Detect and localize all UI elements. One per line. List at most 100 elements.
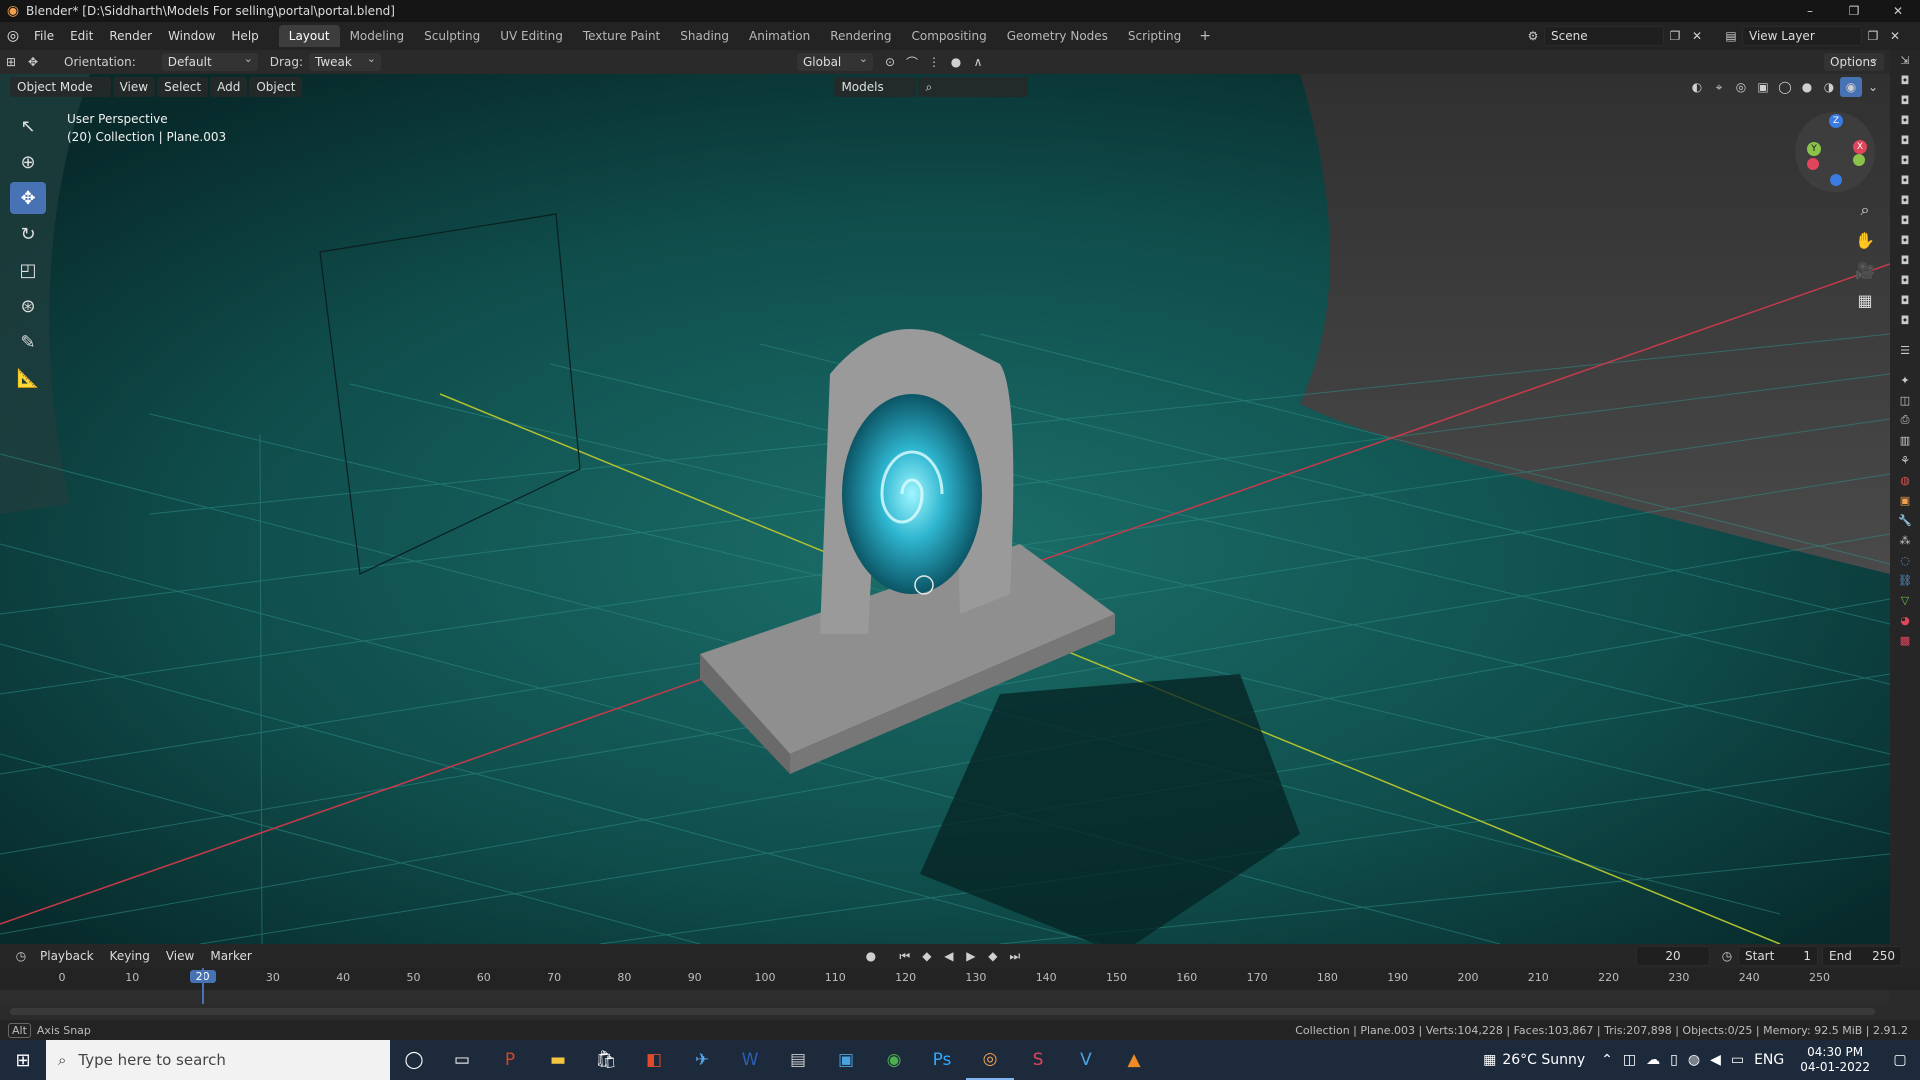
battery-icon[interactable]: ▯: [1670, 1052, 1678, 1068]
xray-icon[interactable]: ▣: [1752, 77, 1774, 97]
preview-range-icon[interactable]: ◷: [1716, 946, 1738, 966]
store-icon[interactable]: 🛍: [582, 1040, 630, 1080]
end-frame-field[interactable]: End 250: [1822, 946, 1902, 966]
timeline-ruler[interactable]: 0102030405060708090100110120130140150160…: [0, 968, 1920, 990]
view-menu[interactable]: View: [112, 77, 156, 97]
solid-shading-icon[interactable]: ●: [1796, 77, 1818, 97]
gizmo-y-axis[interactable]: Y: [1807, 142, 1821, 156]
tab-animation[interactable]: Animation: [739, 25, 820, 47]
cursor-tool-icon[interactable]: ⊕: [10, 146, 46, 178]
transform-orientation-dropdown[interactable]: Global: [796, 50, 873, 71]
network-icon[interactable]: ◫: [1623, 1052, 1636, 1068]
properties-filter-icon[interactable]: ☰: [1894, 340, 1916, 360]
play-icon[interactable]: ▶: [960, 946, 982, 966]
ortho-toggle-icon[interactable]: ▦: [1850, 286, 1880, 314]
camera-view-icon[interactable]: 🎥: [1850, 256, 1880, 284]
menu-render[interactable]: Render: [101, 25, 160, 47]
blender-taskbar-icon[interactable]: ◎: [966, 1040, 1014, 1080]
pan-hand-icon[interactable]: ✋: [1850, 226, 1880, 254]
render-camera-icon[interactable]: ◘: [1894, 190, 1916, 210]
gizmo-z-axis[interactable]: Z: [1829, 114, 1843, 128]
asset-library-dropdown[interactable]: Models: [834, 77, 917, 97]
clock[interactable]: 04:30 PM 04-01-2022: [1790, 1045, 1880, 1075]
tab-rendering[interactable]: Rendering: [820, 25, 901, 47]
move-tool-icon[interactable]: ✥: [10, 182, 46, 214]
select-menu[interactable]: Select: [157, 77, 209, 97]
tab-scripting[interactable]: Scripting: [1118, 25, 1191, 47]
render-camera-icon[interactable]: ◘: [1894, 210, 1916, 230]
render-properties-icon[interactable]: ◫: [1894, 390, 1916, 410]
office-icon[interactable]: ◧: [630, 1040, 678, 1080]
marker-menu[interactable]: Marker: [202, 945, 259, 967]
menu-window[interactable]: Window: [160, 25, 223, 47]
jump-end-icon[interactable]: ⏭: [1004, 946, 1026, 966]
tab-compositing[interactable]: Compositing: [901, 25, 996, 47]
menu-file[interactable]: File: [26, 25, 62, 47]
minimize-button[interactable]: –: [1788, 0, 1832, 22]
snap-target-icon[interactable]: ⋮: [923, 52, 945, 72]
menu-edit[interactable]: Edit: [62, 25, 101, 47]
app-icon[interactable]: ✈: [678, 1040, 726, 1080]
options-dropdown[interactable]: Options: [1824, 50, 1884, 71]
render-camera-icon[interactable]: ◘: [1894, 230, 1916, 250]
annotate-tool-icon[interactable]: ✎: [10, 326, 46, 358]
windows-start-icon[interactable]: ⊞: [0, 1040, 46, 1080]
prev-keyframe-icon[interactable]: ◆: [916, 946, 938, 966]
navigation-gizmo[interactable]: Z X Y: [1795, 112, 1875, 192]
globe-icon[interactable]: ◍: [1688, 1052, 1700, 1068]
render-camera-icon[interactable]: ◘: [1894, 170, 1916, 190]
tab-layout[interactable]: Layout: [278, 25, 340, 47]
transform-tool-icon[interactable]: ⊛: [10, 290, 46, 322]
tab-uv-editing[interactable]: UV Editing: [490, 25, 573, 47]
snap-icon[interactable]: ⌒: [901, 52, 923, 72]
render-camera-icon[interactable]: ◘: [1894, 270, 1916, 290]
chrome-icon[interactable]: ◉: [870, 1040, 918, 1080]
texture-properties-icon[interactable]: ▩: [1894, 630, 1916, 650]
object-properties-icon[interactable]: ▣: [1894, 490, 1916, 510]
object-menu[interactable]: Object: [249, 77, 303, 97]
jump-start-icon[interactable]: ⏮: [894, 946, 916, 966]
app-icon[interactable]: V: [1062, 1040, 1110, 1080]
photoshop-icon[interactable]: Ps: [918, 1040, 966, 1080]
gizmo-x-axis[interactable]: X: [1853, 140, 1867, 154]
material-properties-icon[interactable]: ◕: [1894, 610, 1916, 630]
record-icon[interactable]: ●: [860, 946, 882, 966]
tab-texture-paint[interactable]: Texture Paint: [573, 25, 670, 47]
scene-icon[interactable]: ⚙: [1522, 26, 1544, 46]
play-reverse-icon[interactable]: ◀: [938, 946, 960, 966]
scene-field[interactable]: Scene: [1544, 26, 1664, 46]
render-camera-icon[interactable]: ◘: [1894, 90, 1916, 110]
gizmo-toggle-icon[interactable]: ⌖: [1708, 77, 1730, 97]
add-workspace-icon[interactable]: +: [1191, 25, 1219, 47]
render-camera-icon[interactable]: ◘: [1894, 290, 1916, 310]
restore-button[interactable]: ❐: [1832, 0, 1876, 22]
transform-tool-icon[interactable]: ✥: [22, 52, 44, 72]
weather-icon[interactable]: ▦: [1483, 1052, 1496, 1068]
volume-icon[interactable]: ◀: [1710, 1052, 1721, 1068]
start-frame-field[interactable]: Start 1: [1738, 946, 1818, 966]
view-layer-field[interactable]: View Layer: [1742, 26, 1862, 46]
menu-help[interactable]: Help: [223, 25, 266, 47]
powerpoint-icon[interactable]: P: [486, 1040, 534, 1080]
add-menu[interactable]: Add: [210, 77, 248, 97]
orientation-dropdown[interactable]: Default: [161, 50, 258, 71]
world-properties-icon[interactable]: ◍: [1894, 470, 1916, 490]
render-camera-icon[interactable]: ◘: [1894, 250, 1916, 270]
timeline-scrollbar[interactable]: [10, 1008, 1875, 1015]
weather-text[interactable]: 26°C Sunny: [1502, 1052, 1585, 1068]
timeline-view-menu[interactable]: View: [158, 945, 202, 967]
scale-tool-icon[interactable]: ◰: [10, 254, 46, 286]
render-camera-icon[interactable]: ◘: [1894, 70, 1916, 90]
outliner-filter-icon[interactable]: ⇲: [1894, 50, 1916, 70]
wireframe-shading-icon[interactable]: ◯: [1774, 77, 1796, 97]
blender-menu-icon[interactable]: ◎: [0, 25, 26, 47]
new-scene-icon[interactable]: ❐: [1664, 26, 1686, 46]
word-icon[interactable]: W: [726, 1040, 774, 1080]
taskbar-search-input[interactable]: ⌕ Type here to search: [46, 1040, 390, 1080]
material-shading-icon[interactable]: ◑: [1818, 77, 1840, 97]
proportional-edit-icon[interactable]: ●: [945, 52, 967, 72]
editor-type-icon[interactable]: ⊞: [0, 52, 22, 72]
pivot-point-icon[interactable]: ⊙: [879, 52, 901, 72]
render-camera-icon[interactable]: ◘: [1894, 310, 1916, 330]
zoom-icon[interactable]: ⌕: [1850, 196, 1880, 224]
